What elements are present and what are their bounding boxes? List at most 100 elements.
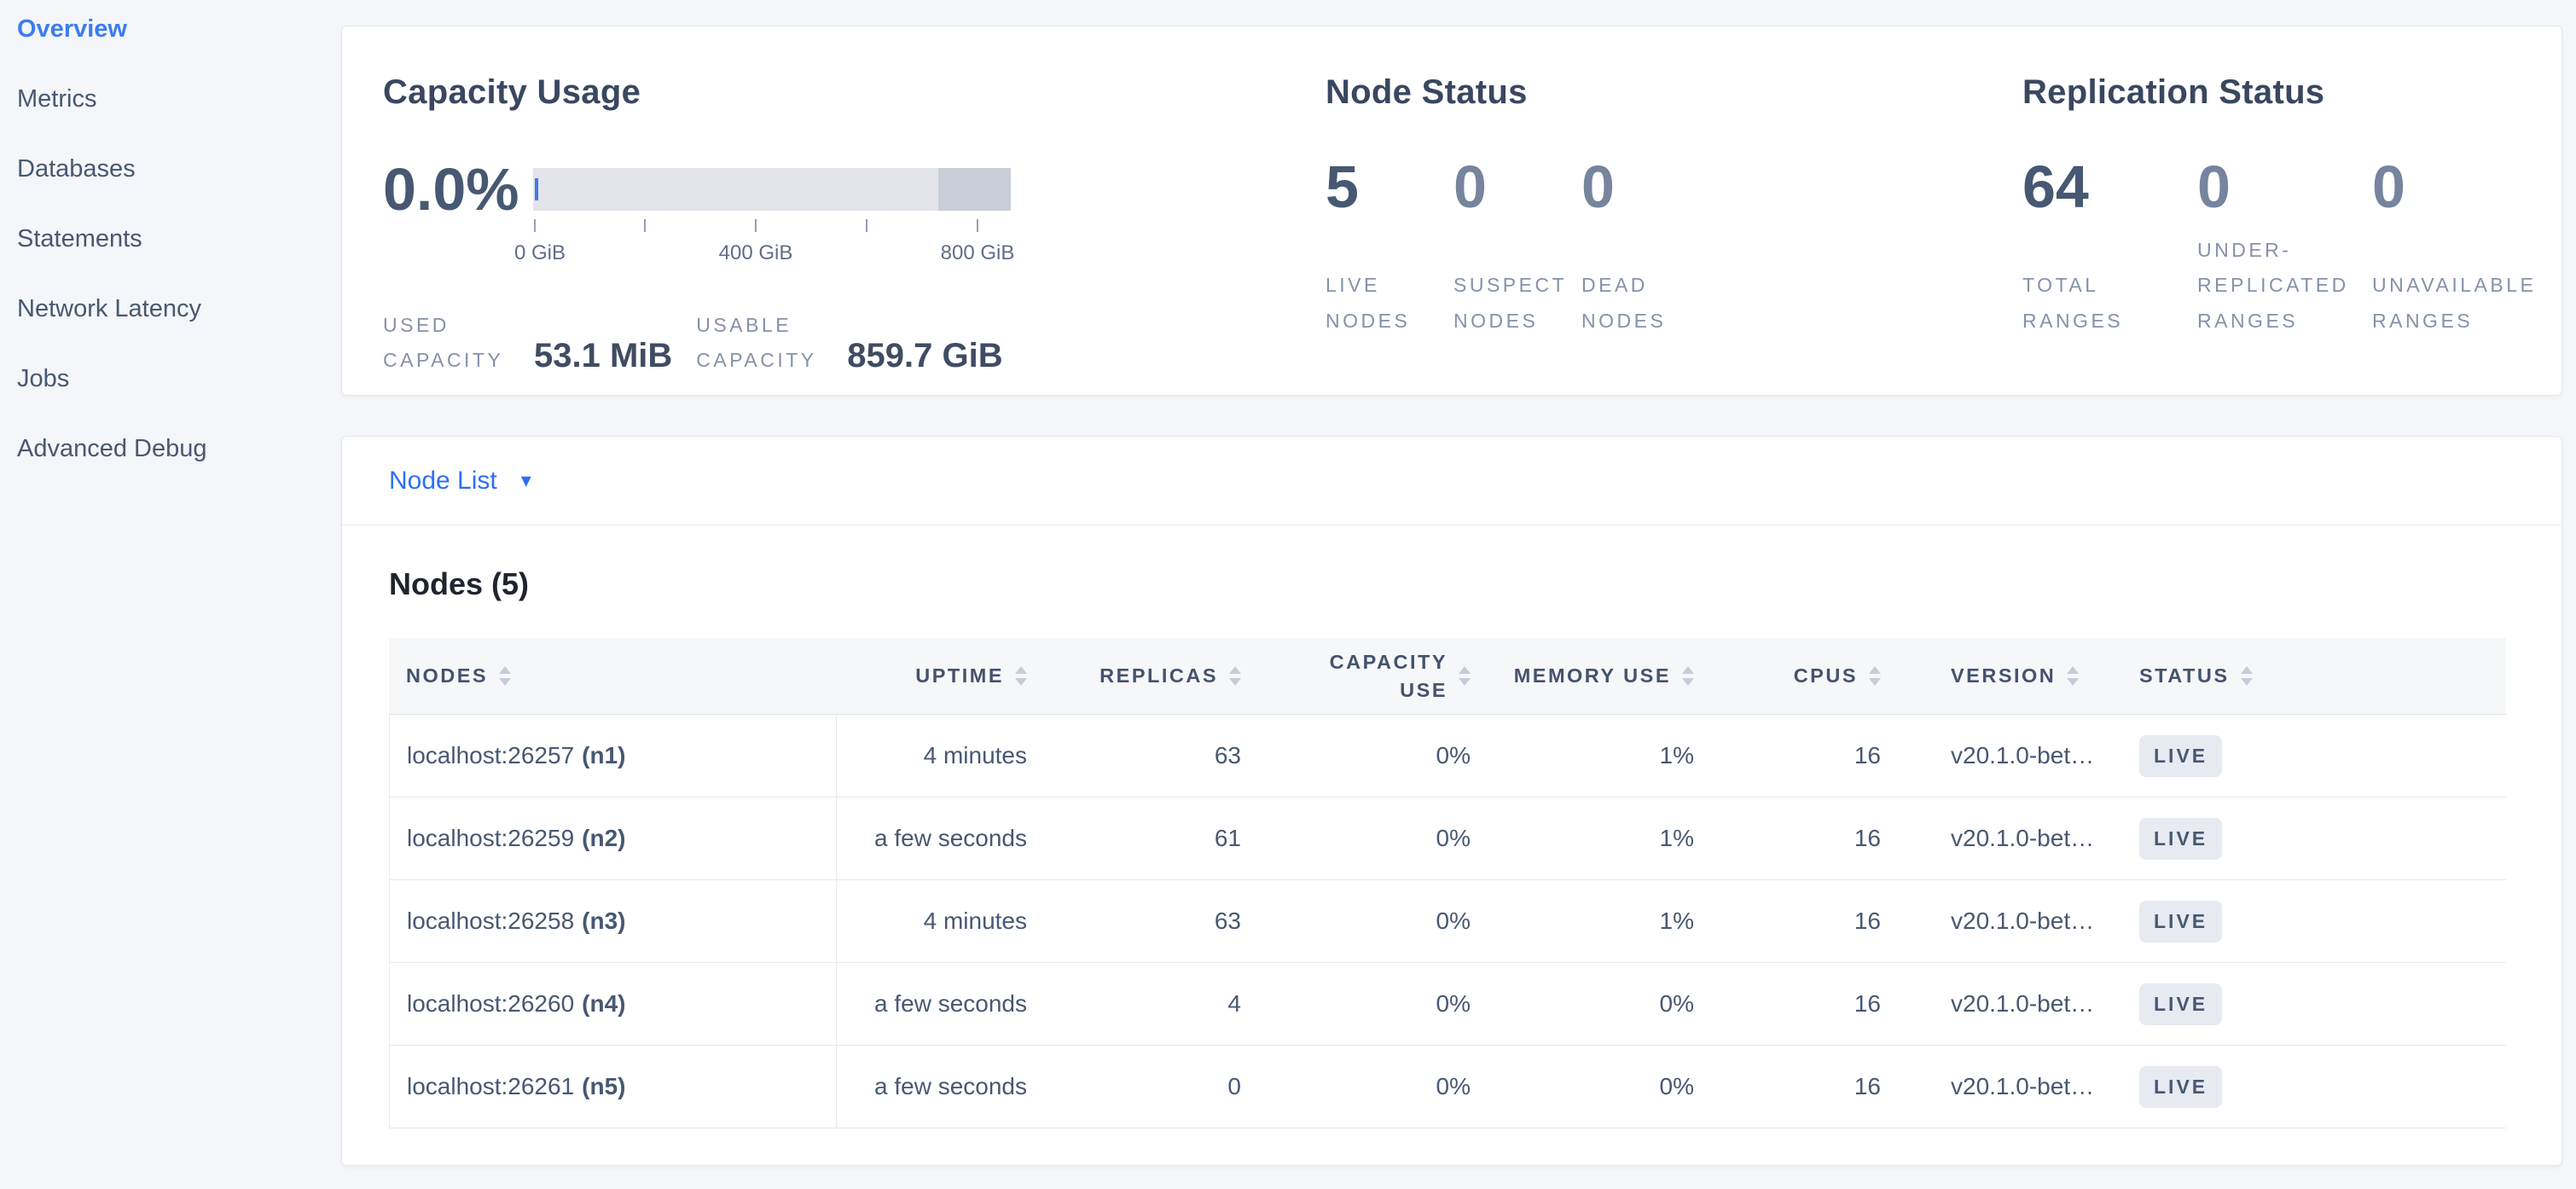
uptime-cell: 4 minutes	[836, 715, 1047, 797]
live-nodes-value: 5	[1326, 157, 1453, 217]
node-address-cell[interactable]: localhost:26260 (n4)	[389, 963, 836, 1045]
node-status-section: Node Status 5 LIVE NODES 0 SUSPECT NODES…	[1326, 73, 2022, 395]
table-row[interactable]: localhost:26261(n5) a few seconds 0 0% 0…	[389, 1046, 2506, 1128]
header-version[interactable]: VERSION	[1901, 662, 2124, 690]
total-ranges-stat: 64 TOTAL RANGES	[2022, 157, 2197, 339]
under-replicated-label: UNDER-REPLICATED RANGES	[2197, 233, 2372, 339]
node-address: localhost:26259	[407, 825, 574, 852]
chevron-down-icon[interactable]: ▾	[521, 468, 531, 493]
sidebar-item-jobs[interactable]: Jobs	[17, 360, 341, 430]
capacity-gauge: 0 GiB 400 GiB 800 GiB	[533, 168, 1011, 270]
unavailable-ranges-value: 0	[2372, 157, 2547, 217]
nodes-table: NODES UPTIME REPLICAS CAPACITY USE	[389, 638, 2506, 1128]
version-cell: v20.1.0-bet…	[1901, 825, 2124, 852]
memory-use-cell: 0%	[1491, 990, 1714, 1018]
header-status[interactable]: STATUS	[2124, 662, 2506, 690]
used-capacity-label: USED CAPACITY	[383, 308, 524, 379]
usable-capacity-label: USABLE CAPACITY	[696, 308, 837, 379]
version-cell: v20.1.0-bet…	[1901, 990, 2124, 1018]
header-memory-use-label: MEMORY USE	[1514, 662, 1671, 690]
sort-icon[interactable]	[1682, 666, 1694, 686]
capacity-usage-section: Capacity Usage 0.0%	[383, 73, 1326, 395]
sort-icon[interactable]	[1229, 666, 1241, 686]
sort-icon[interactable]	[1459, 666, 1471, 686]
status-cell: LIVE	[2124, 983, 2506, 1025]
table-row[interactable]: localhost:26258(n3) 4 minutes 63 0% 1% 1…	[389, 880, 2506, 963]
node-list-header: Node List ▾	[342, 437, 2561, 525]
node-id: (n4)	[582, 990, 625, 1018]
dead-nodes-stat: 0 DEAD NODES	[1581, 157, 1709, 339]
header-version-label: VERSION	[1951, 662, 2056, 690]
header-uptime[interactable]: UPTIME	[836, 662, 1047, 690]
uptime-cell: a few seconds	[836, 1046, 1047, 1128]
header-cpus[interactable]: CPUS	[1714, 662, 1901, 690]
capacity-use-cell: 0%	[1262, 742, 1491, 769]
sidebar-item-overview[interactable]: Overview	[17, 10, 341, 80]
node-address-cell[interactable]: localhost:26258(n3)	[389, 880, 836, 962]
memory-use-cell: 1%	[1491, 825, 1714, 852]
replicas-cell: 63	[1047, 908, 1262, 935]
uptime-cell: a few seconds	[836, 798, 1047, 879]
cpus-cell: 16	[1714, 742, 1901, 769]
unavailable-ranges-label: UNAVAILABLE RANGES	[2372, 268, 2547, 339]
status-cell: LIVE	[2124, 818, 2506, 860]
sort-icon[interactable]	[2067, 666, 2079, 686]
sidebar-item-advanced-debug[interactable]: Advanced Debug	[17, 430, 341, 500]
axis-tick	[977, 219, 978, 232]
cpus-cell: 16	[1714, 908, 1901, 935]
sidebar-item-databases[interactable]: Databases	[17, 150, 341, 220]
status-badge: LIVE	[2139, 735, 2222, 777]
nodes-section: Nodes (5) NODES UPTIME REPLICAS	[342, 525, 2561, 1128]
capacity-use-cell: 0%	[1262, 825, 1491, 852]
sort-icon[interactable]	[2241, 666, 2253, 686]
node-status-stats: 5 LIVE NODES 0 SUSPECT NODES 0 DEAD NODE…	[1326, 157, 2022, 339]
live-nodes-stat: 5 LIVE NODES	[1326, 157, 1453, 339]
header-status-label: STATUS	[2139, 662, 2230, 690]
sidebar-item-network-latency[interactable]: Network Latency	[17, 290, 341, 360]
header-capacity-use[interactable]: CAPACITY USE	[1262, 648, 1491, 705]
uptime-cell: a few seconds	[836, 963, 1047, 1045]
capacity-axis: 0 GiB 400 GiB 800 GiB	[533, 219, 1011, 270]
nodes-heading: Nodes (5)	[389, 566, 2506, 602]
replication-status-section: Replication Status 64 TOTAL RANGES 0 UND…	[2022, 73, 2561, 395]
header-cpus-label: CPUS	[1794, 662, 1858, 690]
status-badge: LIVE	[2139, 901, 2222, 942]
axis-label-800: 800 GiB	[941, 241, 1015, 265]
table-row[interactable]: localhost:26259(n2) a few seconds 61 0% …	[389, 798, 2506, 880]
version-cell: v20.1.0-bet…	[1901, 742, 2124, 769]
sidebar: Overview Metrics Databases Statements Ne…	[0, 0, 341, 1189]
suspect-nodes-label: SUSPECT NODES	[1453, 268, 1581, 339]
node-address-cell[interactable]: localhost:26257(n1)	[389, 715, 836, 797]
sidebar-item-metrics[interactable]: Metrics	[17, 80, 341, 150]
node-address-cell[interactable]: localhost:26259 (n2)	[389, 798, 836, 879]
header-nodes-label: NODES	[406, 662, 488, 690]
header-nodes[interactable]: NODES	[389, 662, 836, 690]
live-nodes-label: LIVE NODES	[1326, 268, 1453, 339]
suspect-nodes-stat: 0 SUSPECT NODES	[1453, 157, 1581, 339]
sort-icon[interactable]	[499, 666, 511, 686]
capacity-use-cell: 0%	[1262, 990, 1491, 1018]
sort-icon[interactable]	[1869, 666, 1881, 686]
node-id: (n2)	[582, 825, 625, 852]
table-row[interactable]: localhost:26257(n1) 4 minutes 63 0% 1% 1…	[389, 715, 2506, 798]
version-cell: v20.1.0-bet…	[1901, 908, 2124, 935]
memory-use-cell: 1%	[1491, 742, 1714, 769]
dead-nodes-value: 0	[1581, 157, 1709, 217]
status-cell: LIVE	[2124, 1066, 2506, 1108]
table-row[interactable]: localhost:26260(n4) a few seconds 4 0% 0…	[389, 963, 2506, 1046]
node-address: localhost:26261	[407, 1073, 574, 1100]
node-address: localhost:26260	[407, 990, 574, 1018]
capacity-gauge-row: 0.0% 0 GiB 400 Gi	[383, 160, 1326, 270]
header-capacity-use-label: CAPACITY USE	[1311, 648, 1448, 705]
header-uptime-label: UPTIME	[915, 662, 1004, 690]
status-badge: LIVE	[2139, 1066, 2222, 1108]
main-content: Capacity Usage 0.0%	[341, 0, 2576, 1189]
capacity-bar-dark-segment	[938, 168, 1011, 211]
header-memory-use[interactable]: MEMORY USE	[1491, 662, 1714, 690]
capacity-use-cell: 0%	[1262, 908, 1491, 935]
node-list-dropdown[interactable]: Node List	[389, 467, 497, 496]
header-replicas[interactable]: REPLICAS	[1047, 662, 1262, 690]
sidebar-item-statements[interactable]: Statements	[17, 220, 341, 290]
node-address-cell[interactable]: localhost:26261(n5)	[389, 1046, 836, 1128]
sort-icon[interactable]	[1015, 666, 1027, 686]
